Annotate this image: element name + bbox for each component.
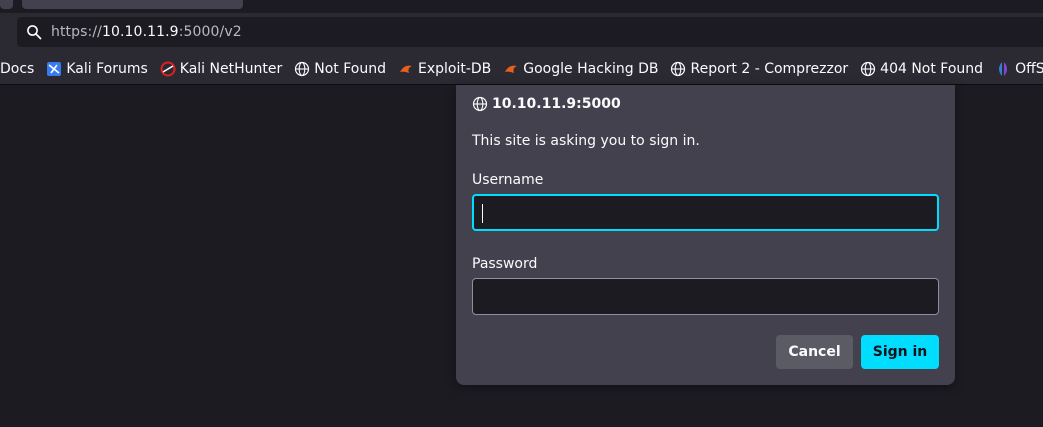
globe-icon [294, 61, 310, 77]
kali-forums-icon [46, 61, 62, 77]
bookmark-label: Docs [0, 60, 35, 77]
bookmark-not-found[interactable]: Not Found [294, 61, 386, 77]
dialog-origin: 10.10.11.9:5000 [492, 96, 621, 112]
url-host: 10.10.11.9 [101, 24, 179, 40]
bookmark-label: OffSec [1015, 60, 1043, 77]
bookmark-label: Kali NetHunter [179, 60, 283, 77]
dialog-header: 10.10.11.9:5000 [472, 96, 621, 112]
bookmark-label: Google Hacking DB [523, 60, 659, 77]
bookmark-docs[interactable]: Docs [0, 61, 34, 77]
password-label: Password [472, 256, 538, 272]
url-bar[interactable]: https://10.10.11.9:5000/v2 [17, 17, 1043, 47]
url-path: :5000/v2 [178, 24, 242, 40]
url-text[interactable]: https://10.10.11.9:5000/v2 [51, 24, 242, 40]
password-field[interactable] [472, 278, 939, 315]
bookmark-offsec[interactable]: OffSec [995, 61, 1043, 77]
auth-dialog: 10.10.11.9:5000 This site is asking you … [456, 85, 955, 385]
globe-icon [472, 96, 488, 112]
bookmark-label: Exploit-DB [417, 60, 492, 77]
globe-icon [670, 61, 686, 77]
bookmark-kali-nethunter[interactable]: Kali NetHunter [160, 61, 282, 77]
exploit-db-icon [503, 61, 519, 77]
bookmark-kali-forums[interactable]: Kali Forums [46, 60, 148, 77]
username-field[interactable] [472, 194, 939, 231]
bookmark-label: Not Found [314, 60, 386, 77]
bookmark-label: Kali Forums [66, 60, 148, 77]
tab[interactable] [0, 0, 13, 9]
sign-in-button[interactable]: Sign in [861, 335, 939, 369]
exploit-db-icon [398, 61, 414, 77]
tab-strip [0, 0, 1043, 13]
bookmark-google-hacking-db[interactable]: Google Hacking DB [503, 61, 658, 77]
bookmark-report-2[interactable]: Report 2 - Comprezzor [670, 61, 848, 77]
bookmark-exploit-db[interactable]: Exploit-DB [398, 61, 491, 77]
offsec-icon [995, 61, 1011, 77]
bookmark-label: 404 Not Found [880, 60, 984, 77]
url-scheme: https:// [51, 24, 102, 40]
text-caret [482, 204, 483, 223]
globe-icon [860, 61, 876, 77]
cancel-button[interactable]: Cancel [776, 335, 853, 369]
dialog-message: This site is asking you to sign in. [472, 133, 700, 149]
bookmarks-toolbar: Docs Kali Forums Kali NetHunter Not Foun… [0, 53, 1043, 85]
username-label: Username [472, 172, 544, 188]
bookmark-404-not-found[interactable]: 404 Not Found [860, 61, 983, 77]
tab[interactable] [22, 0, 243, 9]
search-icon [27, 25, 42, 40]
bookmark-label: Report 2 - Comprezzor [690, 60, 849, 77]
nethunter-icon [160, 61, 176, 77]
navigation-toolbar: https://10.10.11.9:5000/v2 [0, 13, 1043, 53]
